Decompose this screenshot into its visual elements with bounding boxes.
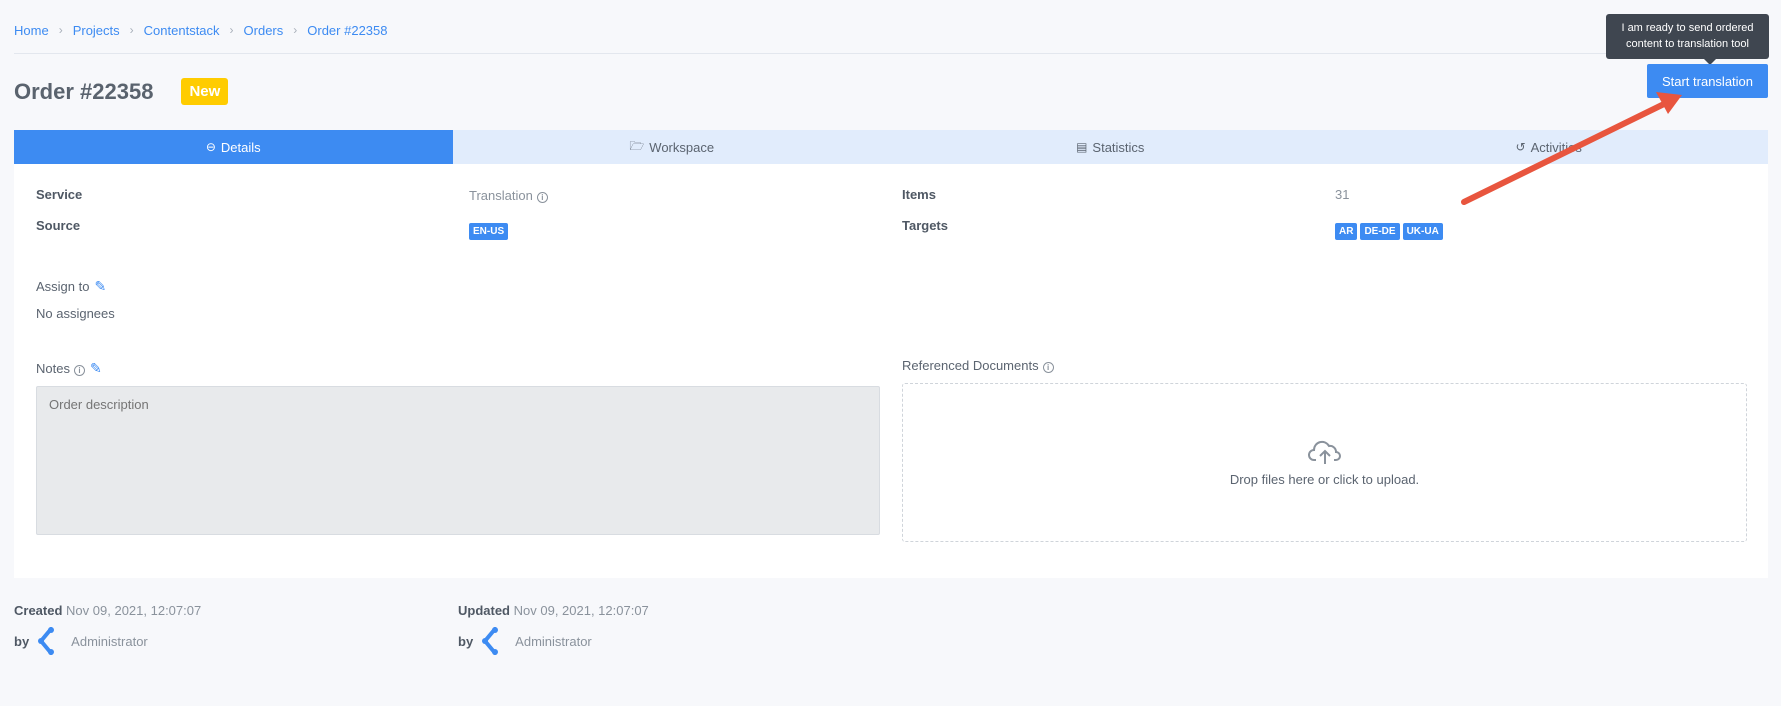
created-label: Created	[14, 603, 63, 618]
details-panel: Service Translation i Items 31 Source EN-…	[14, 164, 1768, 578]
header-divider	[14, 53, 1767, 54]
created-by-row: by Administrator	[14, 627, 148, 655]
target-language-tag: UK-UA	[1402, 223, 1443, 240]
tab-statistics-label: Statistics	[1092, 139, 1145, 155]
status-badge: New	[181, 78, 229, 105]
updated-meta: Updated Nov 09, 2021, 12:07:07	[458, 603, 649, 618]
page-title: Order #22358	[14, 78, 154, 104]
chevron-right-icon: ›	[229, 23, 234, 37]
tab-workspace[interactable]: 🗁 Workspace	[453, 130, 892, 164]
service-label: Service	[36, 187, 83, 202]
dropzone-text: Drop files here or click to upload.	[1229, 472, 1420, 487]
tab-bar: ⊖ Details 🗁 Workspace ▤ Statistics ↺ Act…	[14, 130, 1768, 164]
notes-textarea[interactable]	[36, 386, 880, 535]
updated-by-user[interactable]: Administrator	[515, 634, 592, 649]
source-language-tag: EN-US	[469, 223, 509, 240]
file-dropzone[interactable]: Drop files here or click to upload.	[902, 383, 1747, 542]
tab-activities[interactable]: ↺ Activities	[1330, 130, 1769, 164]
pencil-icon[interactable]: ✎	[90, 360, 102, 376]
tab-workspace-label: Workspace	[649, 139, 715, 155]
tab-details[interactable]: ⊖ Details	[14, 130, 453, 164]
assign-to-text: Assign to	[36, 279, 90, 294]
chevron-right-icon: ›	[293, 23, 298, 37]
start-translation-button[interactable]: Start translation	[1647, 64, 1768, 98]
ref-docs-label-text: Referenced Documents	[902, 358, 1039, 373]
chevron-right-icon: ›	[129, 23, 134, 37]
cloud-upload-icon	[1307, 440, 1341, 464]
created-by-user[interactable]: Administrator	[71, 634, 148, 649]
updated-by-label: by	[458, 633, 474, 649]
targets-label: Targets	[902, 218, 948, 233]
target-language-tag: AR	[1335, 223, 1358, 240]
source-label: Source	[36, 218, 81, 233]
history-icon: ↺	[1515, 140, 1526, 154]
target-tags: AR DE-DE UK-UA	[1335, 221, 1446, 240]
info-icon[interactable]: i	[1042, 362, 1054, 373]
breadcrumb-home[interactable]: Home	[14, 23, 49, 38]
breadcrumb-current-order[interactable]: Order #22358	[307, 23, 387, 38]
created-meta: Created Nov 09, 2021, 12:07:07	[14, 603, 201, 618]
service-value-text: Translation	[469, 188, 533, 203]
tooltip-line-2: content to translation tool	[1626, 38, 1749, 50]
avatar	[482, 627, 499, 655]
created-by-label: by	[14, 633, 30, 649]
assignees-value: No assignees	[36, 306, 115, 321]
ref-docs-label: Referenced Documents i	[902, 358, 1054, 373]
items-label: Items	[902, 187, 936, 202]
tooltip-line-1: I am ready to send ordered	[1621, 22, 1754, 34]
chevron-right-icon: ›	[58, 23, 63, 37]
breadcrumb-projects[interactable]: Projects	[73, 23, 120, 38]
created-value: Nov 09, 2021, 12:07:07	[66, 603, 202, 618]
minus-circle-icon: ⊖	[205, 140, 216, 154]
tab-details-label: Details	[220, 139, 261, 155]
chart-icon: ▤	[1076, 140, 1088, 154]
notes-label: Notes i ✎	[36, 360, 102, 377]
title-row: Order #22358 New	[14, 78, 229, 105]
updated-value: Nov 09, 2021, 12:07:07	[513, 603, 649, 618]
info-icon[interactable]: i	[73, 365, 85, 376]
assign-to-label: Assign to ✎	[36, 278, 106, 295]
source-tags: EN-US	[469, 221, 511, 240]
breadcrumb-orders[interactable]: Orders	[244, 23, 284, 38]
notes-label-text: Notes	[36, 361, 70, 376]
info-icon[interactable]: i	[536, 192, 548, 203]
tab-statistics[interactable]: ▤ Statistics	[891, 130, 1330, 164]
updated-by-row: by Administrator	[458, 627, 592, 655]
avatar	[38, 627, 55, 655]
items-value: 31	[1335, 187, 1350, 202]
start-translation-tooltip: I am ready to send ordered content to tr…	[1606, 14, 1769, 65]
target-language-tag: DE-DE	[1360, 223, 1400, 240]
breadcrumb: Home › Projects › Contentstack › Orders …	[14, 20, 388, 40]
breadcrumb-contentstack[interactable]: Contentstack	[144, 23, 220, 38]
tab-activities-label: Activities	[1530, 139, 1582, 155]
updated-label: Updated	[458, 603, 510, 618]
service-value: Translation i	[469, 188, 548, 203]
folder-open-icon: 🗁	[629, 138, 645, 153]
pencil-icon[interactable]: ✎	[94, 278, 106, 294]
